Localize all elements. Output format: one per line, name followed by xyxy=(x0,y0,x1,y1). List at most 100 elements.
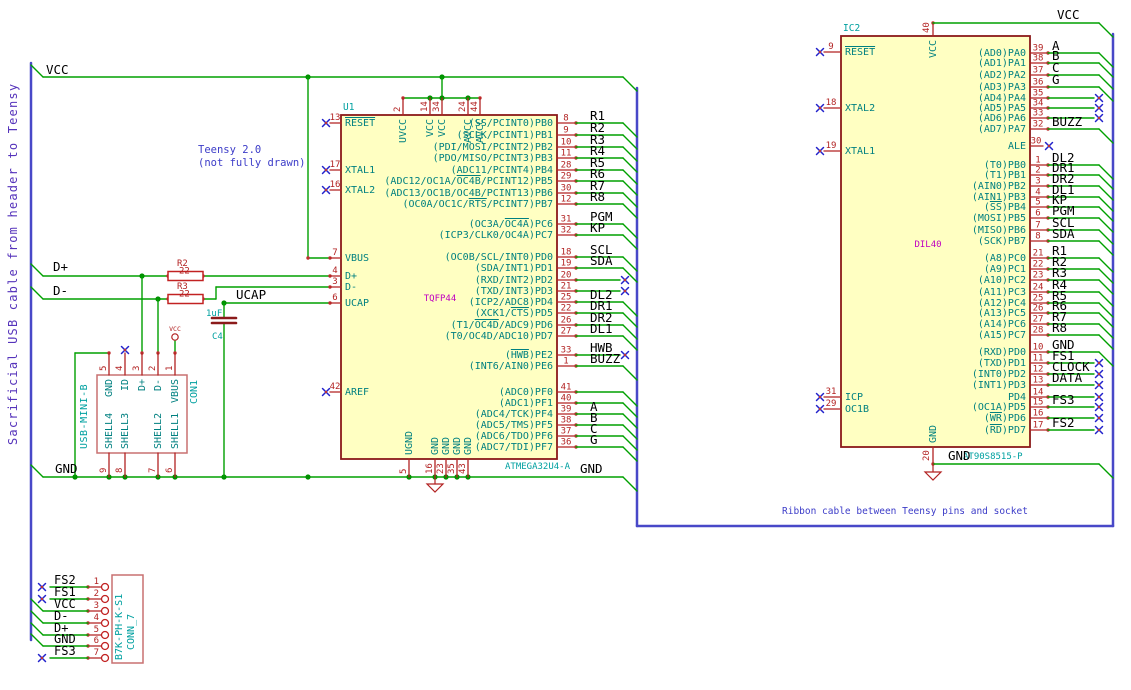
ref-des: U1 xyxy=(343,102,355,113)
pin-number: 25 xyxy=(1033,294,1044,304)
pin-number: 5 xyxy=(1035,198,1040,208)
component-con1[interactable]: USB-MINI-B CON1 5 GND 4 ID 3 D+ 2 D- 1 VBUS 9 SHELL4 8… xyxy=(79,345,200,478)
net-label[interactable]: GND xyxy=(580,461,603,476)
wire xyxy=(622,312,638,328)
pin-name: (A13)PC5 xyxy=(978,308,1026,319)
pin-number: 2 xyxy=(148,366,158,371)
net-label[interactable]: VCC xyxy=(46,62,69,77)
pin-circle xyxy=(100,606,110,616)
net-label[interactable]: SDA xyxy=(1052,226,1075,241)
net-label[interactable]: SDA xyxy=(590,253,613,268)
pin-number: 40 xyxy=(561,394,572,404)
pin-number: 8 xyxy=(115,468,125,473)
no-connect-x xyxy=(1094,93,1104,103)
net-label[interactable]: G xyxy=(1052,72,1060,87)
pin-name: (INT0)PD2 xyxy=(972,369,1026,380)
pin-number: 19 xyxy=(561,259,572,269)
note-teensy-line2[interactable]: (not fully drawn) xyxy=(198,157,305,169)
wire xyxy=(622,192,638,208)
pin-number: 4 xyxy=(1035,188,1040,198)
net-label[interactable]: BUZZ xyxy=(590,351,621,366)
pin-number: 5 xyxy=(99,366,109,371)
note-teensy-line1[interactable]: Teensy 2.0 xyxy=(198,144,261,156)
resistor-r2[interactable]: R222 xyxy=(167,259,204,282)
no-connect-x xyxy=(321,185,331,195)
wire xyxy=(1098,217,1114,233)
pin-number: 12 xyxy=(561,195,572,205)
net-label[interactable]: R8 xyxy=(1052,320,1067,335)
pin-name: UGND xyxy=(404,431,415,455)
schematic-svg: Teensy 2.0 (not fully drawn) Ribbon cabl… xyxy=(6,7,1115,664)
pin-circle xyxy=(100,653,110,663)
net-label[interactable]: BUZZ xyxy=(1052,114,1083,129)
pin-name: RESET xyxy=(845,47,875,58)
pin-number: 9 xyxy=(563,126,568,136)
pin-name: VCC xyxy=(928,40,939,58)
net-label[interactable]: GND xyxy=(55,461,78,476)
net-label[interactable]: D+ xyxy=(53,259,68,274)
net-label[interactable]: FS3 xyxy=(54,644,76,658)
no-connect-x xyxy=(1044,141,1054,151)
pin-number: 21 xyxy=(561,282,572,292)
pin-name: (T0/OC4D/ADC10)PD7 xyxy=(445,331,553,342)
net-label[interactable]: KP xyxy=(590,220,605,235)
wire xyxy=(1098,229,1114,245)
wire xyxy=(1098,351,1114,367)
pin-number: 2 xyxy=(94,589,99,599)
net-label[interactable]: DATA xyxy=(1052,370,1083,385)
pin-circle xyxy=(100,582,110,592)
pin-name: (T1/OC4D/ADC9)PD6 xyxy=(451,320,553,331)
net-label[interactable]: GND xyxy=(948,448,971,463)
pin-number: 41 xyxy=(561,383,572,393)
wire xyxy=(30,633,44,647)
pin-number: 38 xyxy=(1033,54,1044,64)
component-conn7[interactable]: B7K-PH-K-S1 CONN_71FS22FS13VCC4D-5D+6GND7… xyxy=(30,573,144,664)
pin-number: 27 xyxy=(561,327,572,337)
value: 1uF xyxy=(206,309,222,319)
pin-name: (HWB)PE2 xyxy=(505,350,553,361)
resistor-r3[interactable]: R322 xyxy=(167,282,204,305)
pin-number: 40 xyxy=(922,22,932,33)
wire xyxy=(622,301,638,317)
pin-name: (A10)PC2 xyxy=(978,275,1026,286)
pin-name: (AIN0)PB2 xyxy=(972,181,1026,192)
net-label[interactable]: R8 xyxy=(590,189,605,204)
pin-name: (MOSI)PB5 xyxy=(972,213,1026,224)
component-ic2[interactable]: IC2DIL40AT90S8515-P9 RESET18 XTAL219 XTAL13… xyxy=(815,21,1114,481)
wire xyxy=(622,446,638,462)
pin-name: AREF xyxy=(345,387,369,398)
net-label[interactable]: VCC xyxy=(1057,7,1080,22)
no-connect-x xyxy=(620,350,630,360)
note-ribbon[interactable]: Ribbon cable between Teensy pins and soc… xyxy=(782,506,1028,517)
pin-number: 2 xyxy=(1035,166,1040,176)
pin-number: 39 xyxy=(561,405,572,415)
wire xyxy=(1098,463,1114,479)
pin-name: (SDA/INT1)PD1 xyxy=(475,263,553,274)
pin-number: 5 xyxy=(399,469,409,474)
no-connect-x xyxy=(37,582,47,592)
wire xyxy=(622,223,638,239)
wire xyxy=(1098,334,1114,350)
net-label[interactable]: G xyxy=(590,432,598,447)
note-sacrificial-usb[interactable]: Sacrificial USB cable from header to Tee… xyxy=(6,83,20,445)
net-label[interactable]: UCAP xyxy=(236,287,266,302)
wire xyxy=(622,122,638,138)
capacitor-c4[interactable]: 1uF C4 xyxy=(206,302,238,478)
net-label[interactable]: DL1 xyxy=(590,321,613,336)
gnd-symbol xyxy=(425,483,445,493)
pin-name: GND xyxy=(441,437,452,455)
component-u1[interactable]: U1TQFP44ATMEGA32U4-A13 RESET17 XTAL116 XTAL… xyxy=(321,97,638,478)
pin-number: 20 xyxy=(561,271,572,281)
pin-name: SHELL2 xyxy=(153,413,164,449)
net-label[interactable]: FS2 xyxy=(1052,415,1075,430)
pin-name: (PDO/MISO/PCINT3)PB3 xyxy=(433,153,553,164)
net-label[interactable]: FS3 xyxy=(1052,392,1075,407)
pin-number: 6 xyxy=(332,293,337,303)
pin-number: 23 xyxy=(1033,271,1044,281)
pin-name: ALE xyxy=(1008,141,1026,152)
no-connect-x xyxy=(1094,402,1104,412)
net-label[interactable]: D- xyxy=(53,283,68,298)
no-connect-x xyxy=(815,404,825,414)
pin-number: 6 xyxy=(1035,209,1040,219)
pin-name: XTAL2 xyxy=(345,185,375,196)
